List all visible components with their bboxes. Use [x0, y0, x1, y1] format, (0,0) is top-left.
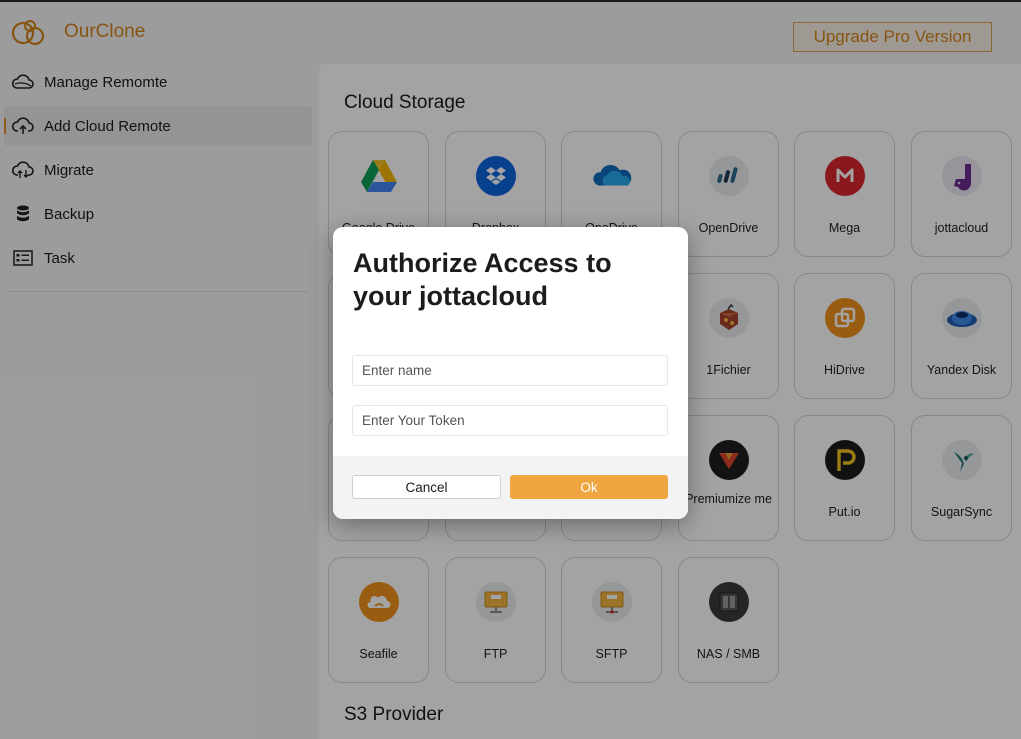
dialog-title: Authorize Access to your jottacloud: [353, 248, 612, 311]
app-window: OurClone Upgrade Pro Version Manage Remo…: [0, 0, 1021, 739]
cancel-button[interactable]: Cancel: [352, 475, 501, 499]
token-input[interactable]: [352, 405, 668, 436]
ok-button[interactable]: Ok: [510, 475, 668, 499]
name-input[interactable]: [352, 355, 668, 386]
authorize-dialog: Authorize Access to your jottacloud Canc…: [333, 227, 688, 519]
